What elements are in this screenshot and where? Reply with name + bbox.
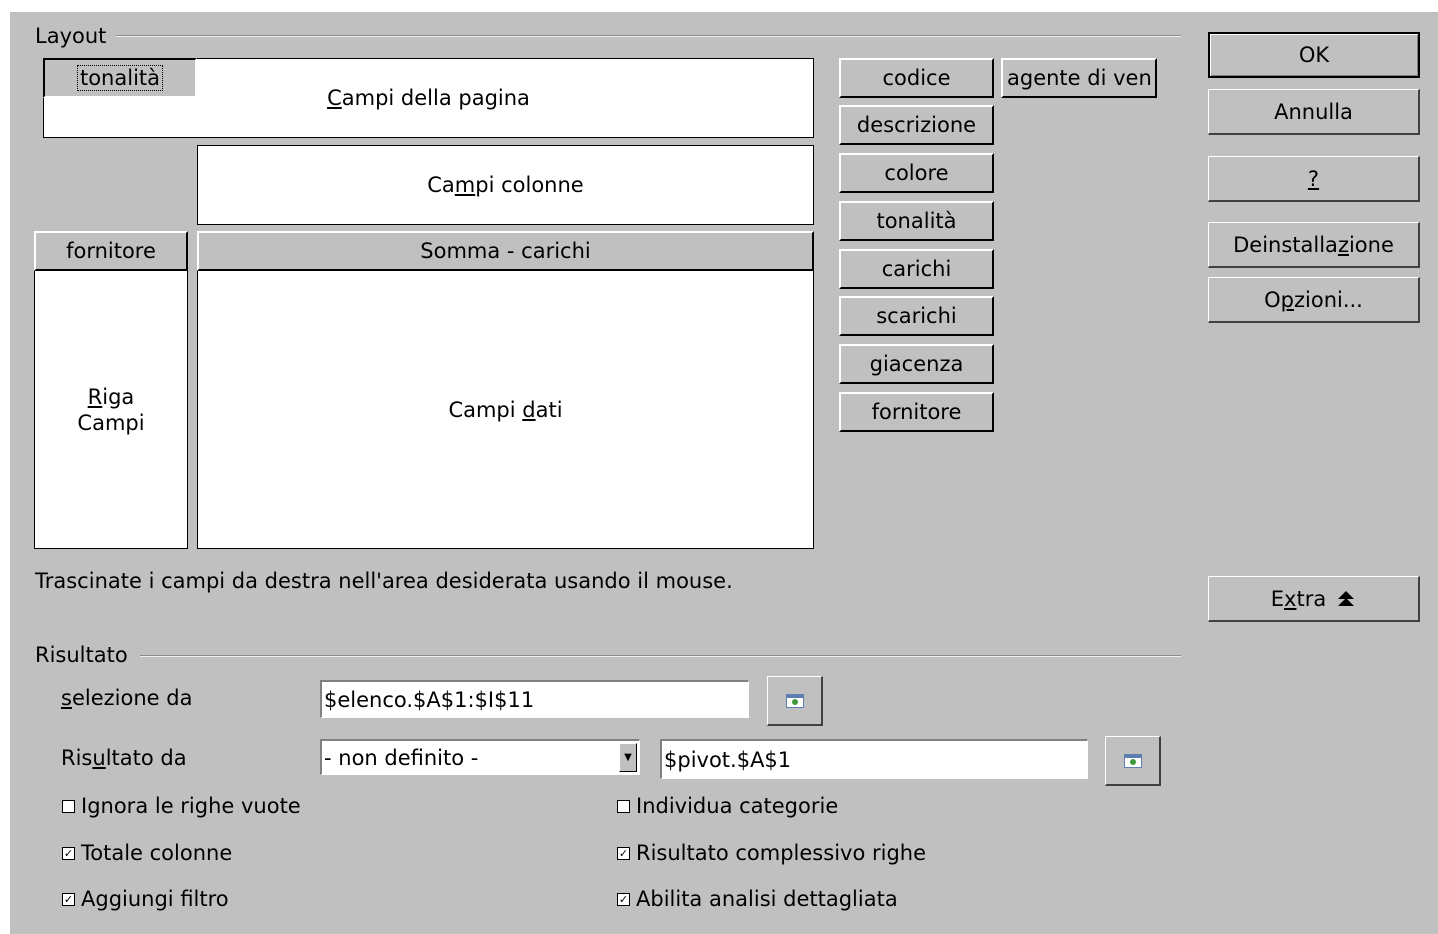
- column-fields-area[interactable]: Campi colonne: [197, 145, 814, 225]
- checkbox-label: Risultato complessivo righe: [636, 841, 927, 865]
- output-input[interactable]: $pivot.$A$1: [660, 739, 1088, 779]
- data-field-label: Somma - carichi: [420, 239, 591, 263]
- extra-label: Extra: [1270, 586, 1327, 611]
- field-fornitore[interactable]: fornitore: [839, 392, 994, 432]
- checkbox-box[interactable]: ✓: [62, 846, 75, 860]
- field-label: tonalità: [876, 209, 957, 233]
- total-columns-checkbox[interactable]: ✓ Totale colonne: [62, 841, 232, 865]
- selection-label: selezione da: [61, 686, 193, 710]
- drag-hint-text: Trascinate i campi da destra nell'area d…: [35, 569, 733, 593]
- checkbox-label: Individua categorie: [636, 794, 839, 818]
- output-select[interactable]: - non definito - ▼: [320, 739, 640, 775]
- field-scarichi[interactable]: scarichi: [839, 296, 994, 336]
- checkbox-box[interactable]: ✓: [617, 892, 630, 906]
- cancel-label: Annulla: [1274, 99, 1353, 124]
- field-agente[interactable]: agente di ven: [1001, 58, 1157, 98]
- remove-button[interactable]: Deinstallazione: [1208, 222, 1420, 268]
- ok-button[interactable]: OK: [1208, 32, 1420, 78]
- data-field-button[interactable]: Somma - carichi: [197, 231, 814, 271]
- remove-label: Deinstallazione: [1233, 232, 1394, 257]
- page-field-label: tonalità: [76, 65, 164, 91]
- field-label: scarichi: [876, 304, 957, 328]
- field-label: colore: [884, 161, 949, 185]
- field-label: codice: [882, 66, 951, 90]
- row-fields-label: Riga Campi: [77, 385, 145, 435]
- options-button[interactable]: Opzioni...: [1208, 277, 1420, 323]
- cancel-button[interactable]: Annulla: [1208, 89, 1420, 135]
- help-button[interactable]: ?: [1208, 156, 1420, 202]
- checkbox-label: Ignora le righe vuote: [81, 794, 301, 818]
- result-group-label: Risultato: [35, 643, 128, 667]
- checkbox-label: Abilita analisi dettagliata: [636, 887, 898, 911]
- data-fields-label: Campi dati: [448, 398, 563, 422]
- enable-drilldown-checkbox[interactable]: ✓ Abilita analisi dettagliata: [617, 887, 898, 911]
- total-rows-checkbox[interactable]: ✓ Risultato complessivo righe: [617, 841, 926, 865]
- extra-button[interactable]: Extra: [1208, 576, 1420, 622]
- layout-group-label: Layout: [35, 24, 107, 48]
- field-label: carichi: [881, 257, 952, 281]
- selection-shrink-button[interactable]: [767, 676, 823, 726]
- chevron-down-icon[interactable]: ▼: [619, 743, 637, 772]
- column-fields-label: Campi colonne: [427, 173, 584, 197]
- row-field-button[interactable]: fornitore: [34, 231, 188, 271]
- double-chevron-up-icon: [1338, 590, 1355, 606]
- add-filter-checkbox[interactable]: ✓ Aggiungi filtro: [62, 887, 229, 911]
- checkbox-box[interactable]: ✓: [617, 846, 630, 860]
- field-label: fornitore: [871, 400, 962, 424]
- field-colore[interactable]: colore: [839, 153, 994, 193]
- options-label: Opzioni...: [1264, 287, 1363, 312]
- data-fields-area[interactable]: Campi dati: [197, 231, 814, 549]
- field-carichi[interactable]: carichi: [839, 249, 994, 289]
- checkbox-label: Aggiungi filtro: [81, 887, 229, 911]
- ignore-empty-rows-checkbox[interactable]: Ignora le righe vuote: [62, 794, 301, 818]
- field-giacenza[interactable]: giacenza: [839, 344, 994, 384]
- result-group-line: [140, 655, 1181, 657]
- output-select-value: - non definito -: [324, 745, 479, 770]
- help-label: ?: [1307, 166, 1320, 191]
- layout-group-line: [116, 35, 1181, 37]
- row-fields-area[interactable]: Riga Campi: [34, 231, 188, 549]
- identify-categories-checkbox[interactable]: Individua categorie: [617, 794, 838, 818]
- checkbox-box[interactable]: [617, 799, 630, 813]
- shrink-icon: [785, 693, 804, 708]
- field-descrizione[interactable]: descrizione: [839, 105, 994, 145]
- page-fields-label: Campi della pagina: [327, 86, 530, 110]
- field-label: giacenza: [869, 352, 964, 376]
- field-tonalita[interactable]: tonalità: [839, 201, 994, 241]
- field-label: descrizione: [856, 113, 977, 137]
- output-label: Risultato da: [61, 746, 187, 770]
- row-field-label: fornitore: [66, 239, 156, 263]
- output-shrink-button[interactable]: [1105, 736, 1161, 786]
- field-label: agente di ven: [1007, 66, 1152, 90]
- checkbox-box[interactable]: [62, 799, 75, 813]
- pivot-table-dialog: Layout Campi della pagina tonalità Campi…: [10, 12, 1438, 934]
- ok-label: OK: [1298, 43, 1330, 67]
- checkbox-label: Totale colonne: [81, 841, 233, 865]
- checkbox-box[interactable]: ✓: [62, 892, 75, 906]
- shrink-icon: [1123, 753, 1142, 768]
- page-field-button[interactable]: tonalità: [43, 58, 197, 98]
- field-codice[interactable]: codice: [839, 58, 994, 98]
- selection-input[interactable]: $elenco.$A$1:$I$11: [320, 680, 749, 718]
